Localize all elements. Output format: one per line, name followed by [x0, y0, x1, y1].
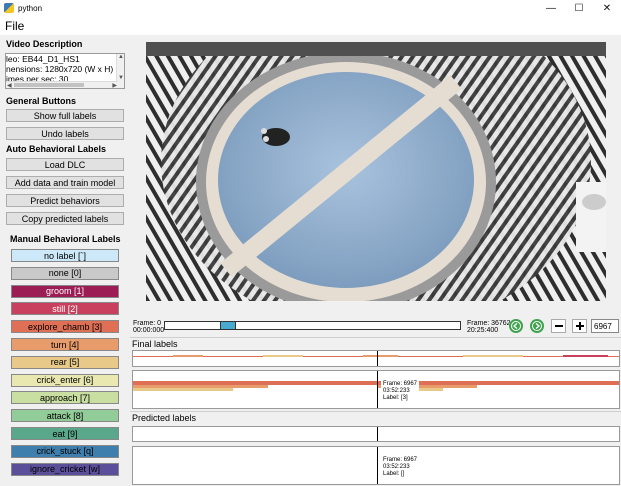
- app-window: python — ☐ ✕ File Video Description leo:…: [0, 0, 621, 486]
- divider: [130, 411, 621, 412]
- predict-behaviors-button[interactable]: Predict behaviors: [6, 194, 124, 207]
- video-description-heading: Video Description: [6, 39, 83, 49]
- behavior-label-button[interactable]: approach [7]: [11, 391, 119, 405]
- info-frame: Frame: 6967: [383, 381, 418, 387]
- scrollbar-thumb[interactable]: [14, 83, 84, 87]
- scroll-right-icon[interactable]: ▶: [112, 82, 117, 88]
- description-line: nensions: 1280x720 (W x H): [6, 64, 114, 74]
- label-segment: [563, 355, 608, 357]
- scroll-down-icon[interactable]: ▼: [118, 75, 124, 81]
- minus-icon: [554, 325, 563, 327]
- menu-file[interactable]: File: [0, 19, 29, 33]
- info-time: 03:52:233: [383, 464, 410, 470]
- behavior-label-button[interactable]: none [0]: [11, 266, 119, 280]
- end-time-label: 20:25:400: [467, 327, 499, 334]
- label-segment: [173, 355, 203, 357]
- undo-labels-button[interactable]: Undo labels: [6, 127, 124, 140]
- frame-number-input[interactable]: 6967: [591, 319, 619, 333]
- behavior-label-button[interactable]: crick_stuck [q]: [11, 444, 119, 458]
- zoom-out-button[interactable]: [551, 319, 566, 333]
- behavior-label-button[interactable]: rear [5]: [11, 355, 119, 369]
- general-buttons-heading: General Buttons: [6, 96, 77, 106]
- frame-cursor: [377, 371, 378, 408]
- label-segment: [133, 388, 233, 391]
- info-label: Label: []: [383, 471, 405, 477]
- load-dlc-button[interactable]: Load DLC: [6, 158, 124, 171]
- frame-cursor: [377, 447, 378, 484]
- behavior-label-button[interactable]: groom [1]: [11, 284, 119, 298]
- final-frame-info: Frame: 6967 03:52:233 Label: [3]: [381, 380, 420, 403]
- python-icon: [4, 3, 14, 13]
- close-button[interactable]: ✕: [593, 0, 621, 16]
- video-frame: [146, 42, 606, 301]
- arrow-left-icon: [511, 321, 521, 331]
- label-segment: [263, 355, 303, 357]
- frame-slider[interactable]: [164, 321, 461, 330]
- menu-bar: File: [0, 16, 621, 35]
- behavior-label-button[interactable]: eat [9]: [11, 427, 119, 440]
- plus-icon: [575, 322, 584, 330]
- info-frame: Frame: 6967: [383, 457, 418, 463]
- behavior-label-button[interactable]: crick_enter [6]: [11, 373, 119, 387]
- maximize-button[interactable]: ☐: [565, 0, 593, 16]
- start-time-label: 00:00:000: [133, 327, 165, 334]
- video-image: [146, 42, 606, 301]
- frame-slider-handle[interactable]: [220, 321, 237, 330]
- predicted-labels-detail-track[interactable]: Frame: 6967 03:52:233 Label: []: [132, 446, 620, 485]
- prev-frame-button[interactable]: [509, 319, 523, 333]
- predicted-labels-overview-track[interactable]: [132, 426, 620, 442]
- manual-labels-heading: Manual Behavioral Labels: [10, 234, 121, 244]
- behavior-label-button[interactable]: attack [8]: [11, 409, 119, 423]
- show-full-labels-button[interactable]: Show full labels: [6, 109, 124, 122]
- add-data-train-button[interactable]: Add data and train model: [6, 176, 124, 189]
- behavior-label-button[interactable]: explore_chamb [3]: [11, 320, 119, 334]
- final-labels-detail-track[interactable]: Frame: 6967 03:52:233 Label: [3]: [132, 370, 620, 409]
- info-label: Label: [3]: [383, 395, 408, 401]
- behavior-label-button[interactable]: no label [`]: [11, 249, 119, 262]
- final-labels-heading: Final labels: [132, 339, 178, 349]
- copy-predicted-button[interactable]: Copy predicted labels: [6, 212, 124, 225]
- horizontal-scrollbar[interactable]: ◀ ▶: [6, 81, 118, 88]
- behavior-label-button[interactable]: turn [4]: [11, 338, 119, 351]
- divider: [130, 337, 621, 338]
- video-description-box[interactable]: leo: EB44_D1_HS1 nensions: 1280x720 (W x…: [5, 53, 125, 89]
- title-bar: python — ☐ ✕: [0, 0, 621, 16]
- next-frame-button[interactable]: [530, 319, 544, 333]
- predicted-labels-heading: Predicted labels: [132, 413, 197, 423]
- arrow-right-icon: [532, 321, 542, 331]
- window-title: python: [18, 3, 43, 13]
- info-time: 03:52:233: [383, 388, 410, 394]
- minimize-button[interactable]: —: [537, 0, 565, 16]
- final-labels-overview-track[interactable]: [132, 350, 620, 367]
- scroll-up-icon[interactable]: ▲: [118, 54, 124, 60]
- frame-cursor: [377, 351, 378, 366]
- behavior-label-button[interactable]: still [2]: [11, 302, 119, 316]
- label-segment: [363, 355, 398, 357]
- auto-labels-heading: Auto Behavioral Labels: [6, 144, 107, 154]
- label-segment: [463, 355, 523, 357]
- predicted-frame-info: Frame: 6967 03:52:233 Label: []: [381, 456, 420, 479]
- description-line: leo: EB44_D1_HS1: [6, 54, 80, 64]
- scroll-left-icon[interactable]: ◀: [7, 82, 12, 88]
- frame-cursor: [377, 427, 378, 441]
- behavior-label-button[interactable]: ignore_cricket [w]: [11, 462, 119, 476]
- zoom-in-button[interactable]: [572, 319, 587, 333]
